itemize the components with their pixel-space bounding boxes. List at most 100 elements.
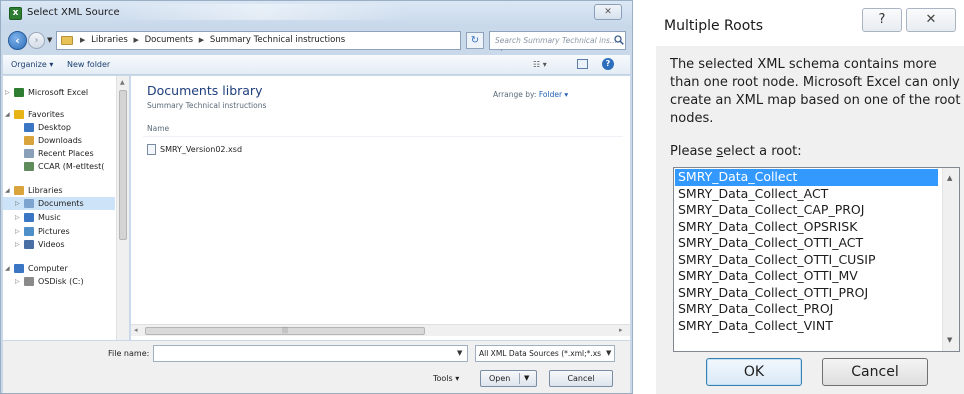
address-bar[interactable]: ▶ Libraries ▶ Documents ▶ Summary Techni… [56, 31, 504, 52]
desktop-icon [24, 123, 34, 132]
expand-arrow-icon[interactable]: ▷ [15, 197, 23, 210]
search-icon[interactable] [614, 35, 624, 45]
tools-button[interactable]: Tools ▾ [433, 374, 459, 383]
change-view-icon[interactable]: ☷ ▾ [533, 60, 547, 69]
nav-tree-item[interactable]: ▷ Microsoft Excel [3, 86, 115, 99]
nav-tree-label: Downloads [38, 136, 82, 145]
expand-arrow-icon[interactable]: ◢ [5, 108, 13, 121]
open-button[interactable]: Open ▼ [480, 370, 537, 387]
open-options-dropdown-icon[interactable]: ▼ [524, 374, 529, 382]
nav-tree-item[interactable]: Recent Places [3, 147, 115, 160]
nav-tree-item[interactable]: CCAR (M-etltest( [3, 160, 115, 173]
root-option[interactable]: SMRY_Data_Collect_PROJ [675, 301, 938, 318]
excel-icon [14, 88, 24, 97]
nav-tree-item[interactable]: Downloads [3, 134, 115, 147]
root-option[interactable]: SMRY_Data_Collect_ACT [675, 186, 938, 203]
cancel-button[interactable]: Cancel [549, 370, 613, 387]
nav-tree-label: Desktop [38, 123, 71, 132]
nav-tree-item[interactable]: ◢ Favorites [3, 108, 115, 121]
documents-icon [24, 199, 34, 208]
prompt-text-start: Please [670, 144, 717, 159]
back-button[interactable]: ‹ [8, 31, 27, 50]
search-box[interactable]: Search Summary Technical ins... [489, 31, 626, 50]
breadcrumb-libraries[interactable]: Libraries [91, 35, 128, 45]
arrange-by: Arrange by: Folder ▾ [493, 90, 568, 99]
scroll-up-icon[interactable]: ▲ [120, 79, 125, 86]
file-name-dropdown-icon[interactable]: ▼ [457, 349, 462, 357]
scroll-right-icon[interactable]: ▸ [619, 326, 623, 334]
videos-icon [24, 240, 34, 249]
chevron-down-icon[interactable]: ▼ [606, 346, 611, 361]
navigation-pane-scrollbar[interactable]: ▲ [116, 76, 129, 340]
window-title: Select XML Source [27, 7, 120, 18]
help-icon[interactable]: ? [602, 58, 614, 70]
root-option[interactable]: SMRY_Data_Collect_CAP_PROJ [675, 202, 938, 219]
file-type-filter[interactable]: All XML Data Sources (*.xml;*.xs ▼ [475, 345, 615, 362]
root-option[interactable]: SMRY_Data_Collect [675, 169, 938, 186]
expand-arrow-icon[interactable]: ◢ [5, 262, 13, 275]
file-name: SMRY_Version02.xsd [160, 145, 243, 154]
organize-button[interactable]: Organize ▾ [11, 60, 53, 69]
breadcrumb-documents[interactable]: Documents [145, 35, 193, 45]
nav-tree-item[interactable]: ▷ Pictures [3, 225, 115, 238]
search-input[interactable]: Search Summary Technical ins... [495, 36, 617, 45]
nav-tree-label: Favorites [28, 110, 65, 119]
expand-arrow-icon[interactable]: ▷ [5, 86, 13, 99]
breadcrumb-folder[interactable]: Summary Technical instructions [210, 35, 345, 45]
arrange-by-dropdown[interactable]: Folder ▾ [539, 90, 568, 99]
scroll-up-icon[interactable]: ▲ [947, 174, 952, 182]
nav-tree-item[interactable]: ◢ Computer [3, 262, 115, 275]
scroll-left-icon[interactable]: ◂ [134, 326, 138, 334]
preview-pane-icon[interactable] [577, 59, 588, 69]
nav-tree-label: Music [38, 213, 61, 222]
expand-arrow-icon[interactable]: ▷ [15, 225, 23, 238]
root-option[interactable]: SMRY_Data_Collect_OTTI_PROJ [675, 285, 938, 302]
scrollbar-thumb[interactable] [119, 90, 127, 240]
cancel-button[interactable]: Cancel [822, 358, 928, 386]
nav-tree-item[interactable]: Desktop [3, 121, 115, 134]
file-item[interactable]: SMRY_Version02.xsd [147, 144, 242, 155]
expand-arrow-icon[interactable]: ▷ [15, 211, 23, 224]
libraries-icon [14, 186, 24, 195]
expand-arrow-icon[interactable]: ◢ [5, 184, 13, 197]
refresh-button[interactable]: ↻ [466, 32, 484, 49]
recent-pages-dropdown-icon[interactable]: ▼ [47, 36, 52, 44]
close-button[interactable]: ✕ [906, 8, 956, 32]
dialog-title: Multiple Roots [664, 18, 764, 34]
ok-button[interactable]: OK [706, 358, 802, 386]
expand-arrow-icon[interactable]: ▷ [15, 275, 23, 288]
root-option[interactable]: SMRY_Data_Collect_OTTI_ACT [675, 235, 938, 252]
chevron-right-icon: ▶ [133, 36, 139, 44]
close-button[interactable]: ✕ [594, 4, 622, 20]
nav-tree-label: CCAR (M-etltest( [38, 162, 105, 171]
horizontal-scrollbar[interactable]: ◂ ||| ▸ [131, 324, 630, 336]
nav-tree-item[interactable]: ▷ Videos [3, 238, 115, 251]
disk-icon [24, 277, 34, 286]
root-option[interactable]: SMRY_Data_Collect_OPSRISK [675, 219, 938, 236]
scroll-down-icon[interactable]: ▼ [947, 336, 952, 344]
nav-tree-item[interactable]: ▷ OSDisk (C:) [3, 275, 115, 288]
scrollbar-thumb[interactable]: ||| [145, 327, 425, 335]
expand-arrow-icon[interactable]: ▷ [15, 238, 23, 251]
nav-tree-item[interactable]: ▷ Documents [3, 197, 115, 210]
column-header-name[interactable]: Name [147, 124, 169, 133]
dialog-footer: File name: ▼ All XML Data Sources (*.xml… [3, 341, 630, 393]
dialog-body: The selected XML schema contains more th… [656, 46, 964, 394]
library-title: Documents library [147, 83, 263, 98]
root-list[interactable]: SMRY_Data_Collect SMRY_Data_Collect_ACT SM… [673, 167, 960, 352]
file-name-input[interactable] [153, 345, 468, 362]
nav-tree-label: Microsoft Excel [28, 88, 89, 97]
help-button[interactable]: ? [862, 8, 902, 32]
root-option[interactable]: SMRY_Data_Collect_VINT [675, 318, 938, 335]
new-folder-button[interactable]: New folder [67, 60, 110, 69]
navigation-pane: ▷ Microsoft Excel ◢ Favorites Desktop Downloa… [3, 76, 129, 340]
nav-tree-item[interactable]: ◢ Libraries [3, 184, 115, 197]
nav-tree-item[interactable]: ▷ Music [3, 211, 115, 224]
select-root-label: Please select a root: [670, 144, 802, 159]
root-option[interactable]: SMRY_Data_Collect_OTTI_MV [675, 268, 938, 285]
file-type-filter-value: All XML Data Sources (*.xml;*.xs [479, 349, 602, 358]
root-list-scrollbar[interactable]: ▲ ▼ [942, 168, 959, 351]
root-option[interactable]: SMRY_Data_Collect_OTTI_CUSIP [675, 252, 938, 269]
file-name-label: File name: [108, 349, 150, 358]
forward-button[interactable]: › [28, 32, 45, 49]
